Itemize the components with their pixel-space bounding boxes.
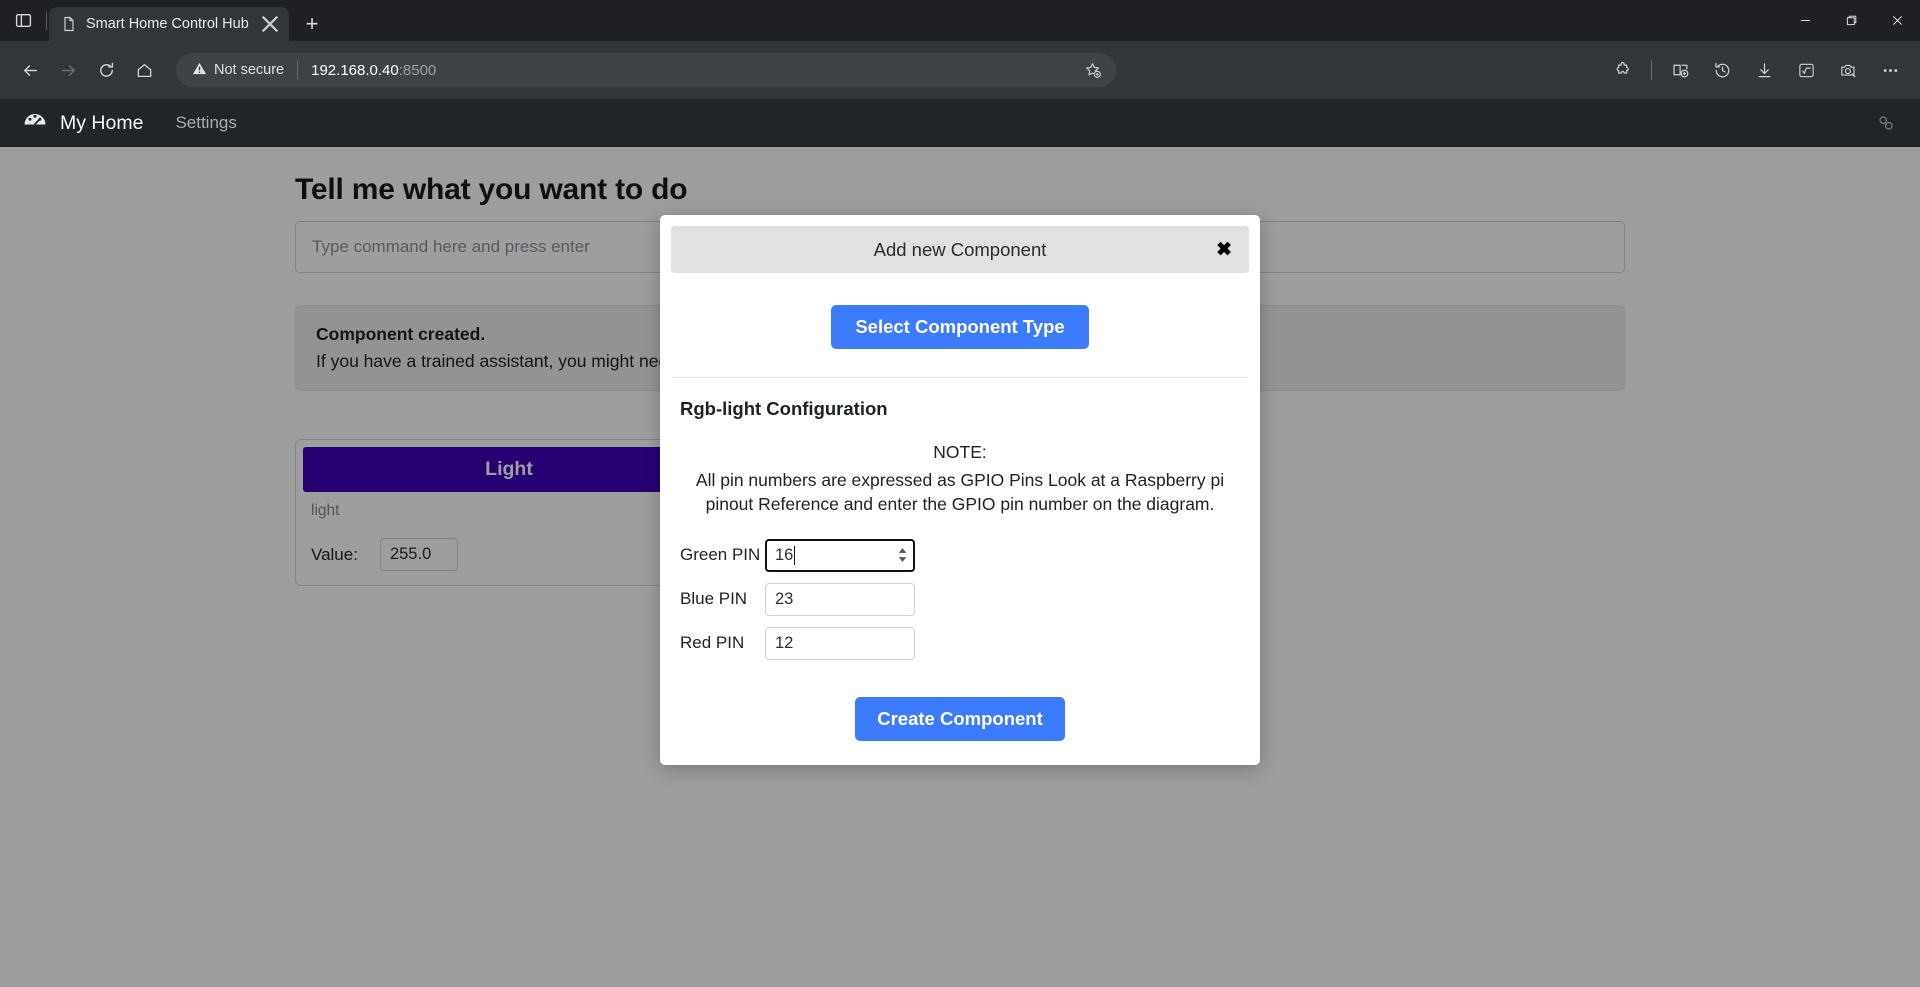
page-icon bbox=[61, 16, 77, 32]
note-label: NOTE: bbox=[933, 442, 987, 462]
url-text[interactable]: 192.168.0.40:8500 bbox=[311, 62, 1071, 79]
modal-title: Add new Component bbox=[873, 238, 1047, 260]
pin-form: Green PIN 16 Blue PIN 23 Red PIN 12 bbox=[672, 517, 1248, 660]
screenshot-icon[interactable] bbox=[1830, 52, 1866, 88]
reload-icon[interactable] bbox=[88, 52, 124, 88]
dashboard-gauge-icon bbox=[22, 107, 48, 139]
window-controls bbox=[1782, 0, 1920, 41]
home-icon[interactable] bbox=[126, 52, 162, 88]
omnibox-divider bbox=[297, 61, 299, 79]
tab-title: Smart Home Control Hub bbox=[86, 16, 249, 32]
number-spinner[interactable] bbox=[898, 548, 907, 563]
text-caret bbox=[794, 545, 796, 565]
config-heading: Rgb-light Configuration bbox=[680, 398, 888, 419]
warning-triangle-icon bbox=[192, 61, 207, 80]
red-pin-label: Red PIN bbox=[680, 633, 745, 653]
form-row-green-pin: Green PIN 16 bbox=[680, 538, 1240, 572]
math-solver-icon[interactable] bbox=[1788, 52, 1824, 88]
more-options-icon[interactable] bbox=[1872, 52, 1908, 88]
window-close-icon[interactable] bbox=[1874, 0, 1920, 41]
downloads-icon[interactable] bbox=[1746, 52, 1782, 88]
star-plus-icon[interactable] bbox=[1080, 57, 1106, 83]
create-button-wrap: Create Component bbox=[672, 671, 1248, 741]
form-row-blue-pin: Blue PIN 23 bbox=[680, 582, 1240, 616]
brand-my-home[interactable]: My Home bbox=[14, 107, 157, 139]
tab-list-icon[interactable] bbox=[0, 0, 46, 41]
back-arrow-icon[interactable] bbox=[12, 52, 48, 88]
red-pin-input[interactable]: 12 bbox=[765, 626, 915, 660]
minimize-icon[interactable] bbox=[1782, 0, 1828, 41]
modal-close-icon[interactable]: ✖ bbox=[1216, 240, 1232, 259]
titlebar-divider bbox=[46, 11, 47, 30]
modal-header: Add new Component ✖ bbox=[671, 226, 1249, 273]
security-status[interactable]: Not secure bbox=[192, 61, 284, 80]
app-navbar: My Home Settings bbox=[0, 99, 1920, 147]
blue-pin-input[interactable]: 23 bbox=[765, 582, 915, 616]
browser-title-bar: Smart Home Control Hub + bbox=[0, 0, 1920, 41]
url-port: :8500 bbox=[398, 61, 437, 79]
browser-window: Smart Home Control Hub + Not secure 192.… bbox=[0, 0, 1920, 987]
add-component-modal: Add new Component ✖ Select Component Typ… bbox=[660, 215, 1260, 765]
security-label: Not secure bbox=[214, 62, 285, 78]
extensions-icon[interactable] bbox=[1605, 52, 1641, 88]
green-pin-value: 16 bbox=[775, 545, 794, 564]
select-type-wrap: Select Component Type bbox=[672, 273, 1248, 377]
collections-icon[interactable] bbox=[1662, 52, 1698, 88]
browser-tab[interactable]: Smart Home Control Hub bbox=[49, 7, 289, 41]
spinner-up-icon bbox=[898, 548, 907, 553]
link-chain-icon[interactable] bbox=[1876, 113, 1906, 133]
new-tab-button[interactable]: + bbox=[295, 7, 329, 41]
select-component-type-button[interactable]: Select Component Type bbox=[831, 305, 1089, 349]
green-pin-input[interactable]: 16 bbox=[765, 538, 915, 572]
browser-toolbar: Not secure 192.168.0.40:8500 bbox=[0, 41, 1920, 99]
close-icon[interactable] bbox=[259, 13, 281, 35]
green-pin-label: Green PIN bbox=[680, 545, 761, 565]
forward-arrow-icon[interactable] bbox=[50, 52, 86, 88]
url-host: 192.168.0.40 bbox=[311, 61, 399, 79]
address-bar[interactable]: Not secure 192.168.0.40:8500 bbox=[176, 53, 1116, 87]
note-text: All pin numbers are expressed as GPIO Pi… bbox=[695, 470, 1225, 514]
blue-pin-label: Blue PIN bbox=[680, 589, 748, 609]
create-component-button[interactable]: Create Component bbox=[855, 696, 1065, 741]
brand-label: My Home bbox=[60, 111, 144, 134]
page-viewport: My Home Settings Tell me what you want t… bbox=[0, 99, 1920, 987]
modal-body: Select Component Type Rgb-light Configur… bbox=[660, 273, 1260, 741]
toolbar-divider bbox=[1651, 60, 1652, 80]
spinner-down-icon bbox=[898, 557, 907, 562]
form-row-red-pin: Red PIN 12 bbox=[680, 626, 1240, 660]
history-icon[interactable] bbox=[1704, 52, 1740, 88]
restore-icon[interactable] bbox=[1828, 0, 1874, 41]
nav-settings[interactable]: Settings bbox=[157, 113, 254, 133]
toolbar-right-icons bbox=[1605, 52, 1908, 88]
